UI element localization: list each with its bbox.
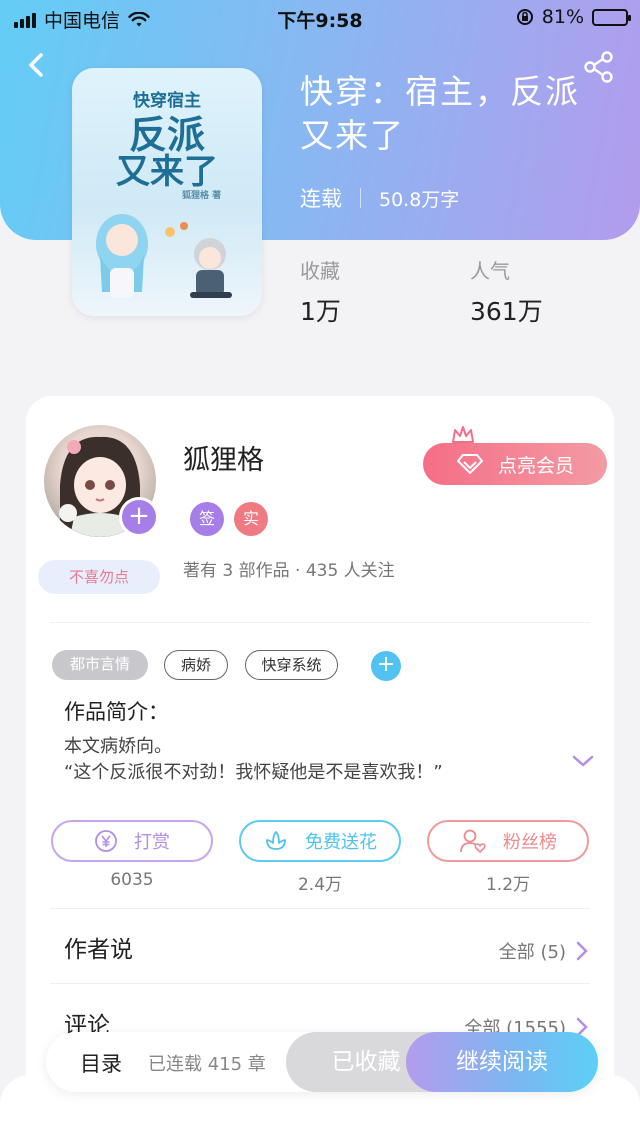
diamond-icon bbox=[456, 454, 483, 474]
intro-text: 本文病娇向。 “这个反派很不对劲！我怀疑他是不是喜欢我！” bbox=[64, 734, 564, 786]
flower-count: 2.4万 bbox=[297, 875, 343, 895]
stat-label: 收藏 bbox=[300, 259, 340, 283]
yen-icon bbox=[95, 830, 117, 852]
word-count: 50.8万字 bbox=[379, 188, 460, 211]
fan-count: 1.2万 bbox=[485, 875, 531, 895]
divider bbox=[50, 622, 590, 623]
chevron-right-icon bbox=[576, 941, 588, 961]
author-info: 著有 3 部作品 · 435 人关注 bbox=[183, 561, 395, 581]
cover-illustration bbox=[96, 214, 232, 298]
fan-rank-label: 粉丝榜 bbox=[503, 832, 557, 853]
send-flower-button[interactable]: 免费送花 bbox=[239, 820, 401, 862]
verified-badge: 实 bbox=[234, 502, 268, 536]
rotation-lock-icon bbox=[516, 9, 533, 25]
mood-badge: 不喜勿点 bbox=[38, 560, 160, 594]
tag-chip[interactable]: 快穿系统 bbox=[245, 650, 338, 680]
tag-chip[interactable]: 病娇 bbox=[164, 650, 228, 680]
battery-icon bbox=[592, 8, 631, 26]
chevron-down-icon[interactable] bbox=[570, 752, 596, 770]
tip-button-label: 打赏 bbox=[134, 832, 170, 853]
chapter-count: 已连载 415 章 bbox=[148, 1054, 266, 1075]
stat-value: 1万 bbox=[300, 297, 341, 326]
intro-label: 作品简介： bbox=[64, 700, 169, 724]
battery-percent: 81% bbox=[541, 6, 584, 28]
stat-label: 人气 bbox=[470, 259, 510, 283]
flower-icon bbox=[266, 831, 286, 850]
author-says-title: 作者说 bbox=[64, 937, 133, 963]
back-icon[interactable] bbox=[22, 50, 52, 80]
fan-rank-button[interactable]: 粉丝榜 bbox=[427, 820, 589, 862]
author-says-count: 全部 (5) bbox=[498, 942, 566, 963]
divider bbox=[50, 908, 590, 909]
meta-divider bbox=[360, 188, 361, 208]
author-says-all[interactable]: 全部 (5) bbox=[499, 938, 588, 964]
vip-button-label: 点亮会员 bbox=[497, 454, 574, 477]
fan-icon bbox=[460, 829, 486, 853]
tag-chip[interactable]: 都市言情 bbox=[52, 650, 148, 680]
tip-button[interactable]: 打赏 bbox=[51, 820, 213, 862]
toc-button[interactable]: 目录 bbox=[80, 1048, 122, 1078]
cover-title-line2: 又来了 bbox=[116, 152, 218, 192]
intro-line: 本文病娇向。 bbox=[64, 736, 172, 757]
book-meta: 连载 50.8万字 bbox=[300, 183, 459, 213]
author-name[interactable]: 狐狸格 bbox=[183, 438, 264, 477]
serial-status: 连载 bbox=[300, 187, 342, 211]
tip-count: 6035 bbox=[110, 870, 154, 890]
book-title: 快穿：宿主，反派又来了 bbox=[300, 72, 580, 155]
continue-reading-button[interactable]: 继续阅读 bbox=[406, 1032, 598, 1092]
stat-favorites: 收藏 1万 bbox=[300, 255, 341, 328]
stat-value: 361万 bbox=[470, 297, 543, 326]
send-flower-label: 免费送花 bbox=[305, 832, 377, 853]
book-cover[interactable]: 快穿宿主 反派 又来了 狐狸格 著 bbox=[72, 68, 262, 316]
divider bbox=[50, 983, 590, 984]
status-bar: 中国电信 下午9:58 81% bbox=[0, 0, 640, 36]
stat-popularity: 人气 361万 bbox=[470, 255, 543, 328]
vip-button[interactable]: 点亮会员 bbox=[423, 443, 607, 485]
intro-line: “这个反派很不对劲！我怀疑他是不是喜欢我！” bbox=[64, 762, 443, 783]
follow-author-button[interactable]: + bbox=[119, 497, 159, 537]
signed-badge: 签 bbox=[190, 502, 224, 536]
add-tag-button[interactable]: + bbox=[371, 651, 401, 681]
